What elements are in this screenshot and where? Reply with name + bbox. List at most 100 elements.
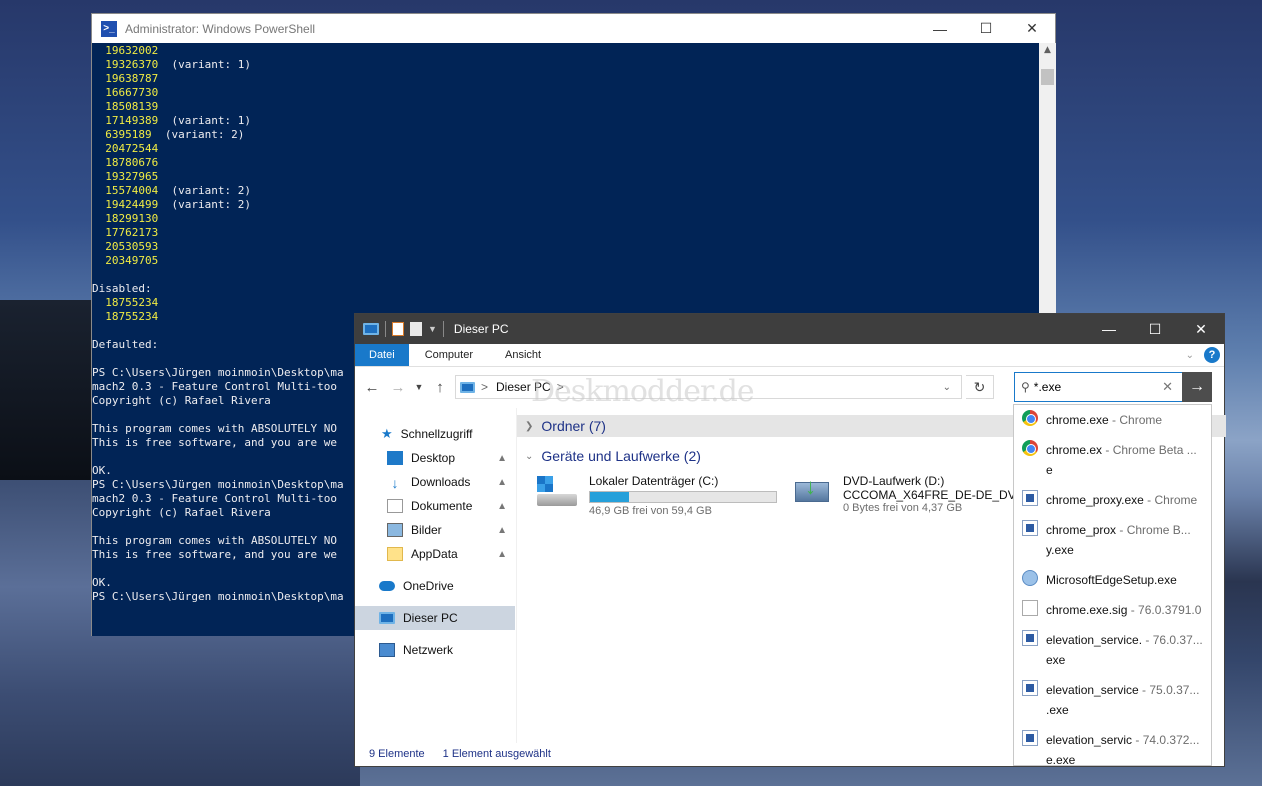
nav-desktop[interactable]: Desktop ▲ [355, 446, 515, 470]
nav-label: Dokumente [411, 499, 473, 513]
close-button[interactable]: ✕ [1178, 315, 1224, 344]
forward-button[interactable]: → [387, 376, 409, 398]
desktop-icon [387, 451, 403, 465]
drive-free-space: 46,9 GB frei von 59,4 GB [589, 505, 712, 517]
up-button[interactable]: ↑ [429, 376, 451, 398]
exe-file-icon [1022, 520, 1038, 536]
documents-icon [387, 499, 403, 513]
divider [442, 321, 444, 337]
pin-icon: ▲ [497, 452, 507, 464]
suggestion-item[interactable]: MicrosoftEdgeSetup.exe [1014, 565, 1211, 595]
suggestion-detail: - 76.0.3791.0 [1127, 603, 1202, 617]
suggestion-item[interactable]: elevation_service - 75.0.37... .exe [1014, 675, 1211, 725]
selection-count: 1 Element ausgewählt [442, 748, 551, 760]
suggestion-detail: - Chrome Beta ... [1102, 443, 1197, 457]
search-go-button[interactable]: → [1182, 372, 1212, 402]
search-icon: ⚲ [1021, 380, 1030, 394]
suggestion-item[interactable]: elevation_service. - 76.0.37... exe [1014, 625, 1211, 675]
suggestion-item[interactable]: elevation_servic - 74.0.372... e.exe [1014, 725, 1211, 765]
divider [385, 321, 386, 337]
suggestion-filename-wrap: exe [1046, 653, 1066, 667]
maximize-button[interactable]: ☐ [1132, 315, 1178, 344]
console-line: Disabled: [92, 282, 152, 295]
console-line: 18780676 [92, 156, 159, 169]
nav-label: Dieser PC [403, 611, 458, 625]
nav-documents[interactable]: Dokumente ▲ [355, 494, 515, 518]
scrollbar-thumb[interactable] [1041, 69, 1054, 85]
explorer-titlebar[interactable]: ▼ Dieser PC — ☐ ✕ [355, 314, 1224, 344]
properties-icon[interactable] [392, 322, 404, 336]
nav-downloads[interactable]: ↓ Downloads ▲ [355, 470, 515, 494]
drive-d[interactable]: ↓ DVD-Laufwerk (D:) CCCOMA_X64FRE_DE-DE_… [793, 474, 1022, 514]
console-line: 19326370 (variant: 1) [92, 58, 251, 71]
breadcrumb-separator: > [481, 380, 489, 394]
address-bar[interactable]: > Dieser PC > ⌄ [455, 375, 962, 399]
nav-onedrive[interactable]: OneDrive [355, 574, 515, 598]
minimize-button[interactable]: — [917, 14, 963, 43]
pictures-icon [387, 523, 403, 537]
file-file-icon [1022, 600, 1038, 616]
chrome-file-icon [1022, 440, 1038, 456]
suggestion-item[interactable]: chrome.exe.sig - 76.0.3791.0 [1014, 595, 1211, 625]
tab-computer[interactable]: Computer [409, 344, 489, 366]
suggestion-item[interactable]: chrome_proxy.exe - Chrome [1014, 485, 1211, 515]
search-input[interactable]: *.exe [1034, 380, 1061, 394]
exe-file-icon [1022, 630, 1038, 646]
new-folder-icon[interactable] [410, 322, 422, 336]
nav-quick-access[interactable]: ★ Schnellzugriff [355, 422, 515, 446]
minimize-button[interactable]: — [1086, 315, 1132, 344]
drive-name: Lokaler Datenträger (C:) [589, 474, 719, 488]
scroll-up-icon[interactable]: ▲ [1039, 45, 1056, 55]
dvd-drive-icon: ↓ [793, 474, 833, 508]
nav-pictures[interactable]: Bilder ▲ [355, 518, 515, 542]
chevron-down-icon: ⌄ [525, 450, 534, 462]
nav-network[interactable]: Netzwerk [355, 638, 515, 662]
clear-search-icon[interactable]: ✕ [1162, 379, 1173, 395]
group-label: Ordner (7) [541, 418, 606, 434]
suggestion-item[interactable]: chrome.ex - Chrome Beta ... e [1014, 435, 1211, 485]
address-dropdown-icon[interactable]: ⌄ [943, 382, 951, 393]
network-icon [379, 643, 395, 657]
customize-chevron-icon[interactable]: ▼ [428, 324, 437, 334]
recent-locations-icon[interactable]: ▼ [413, 376, 425, 398]
refresh-button[interactable]: ↻ [966, 375, 994, 399]
drive-c[interactable]: Lokaler Datenträger (C:) 46,9 GB frei vo… [535, 474, 777, 517]
pin-icon: ▲ [497, 500, 507, 512]
nav-label: Netzwerk [403, 643, 454, 657]
suggestion-detail: - Chrome [1143, 493, 1198, 507]
console-line: 16667730 [92, 86, 159, 99]
download-arrow-icon: ↓ [391, 475, 399, 491]
item-count: 9 Elemente [369, 748, 425, 760]
suggestion-item[interactable]: chrome.exe - Chrome [1014, 405, 1211, 435]
nav-this-pc[interactable]: Dieser PC [355, 606, 515, 630]
this-pc-icon [379, 612, 395, 624]
nav-label: Desktop [411, 451, 456, 465]
ribbon-expand-icon[interactable]: ⌄ [1186, 344, 1204, 366]
tab-datei[interactable]: Datei [355, 344, 409, 366]
exe-file-icon [1022, 730, 1038, 746]
drive-label: CCCOMA_X64FRE_DE-DE_DV5 [843, 488, 1023, 502]
suggestion-filename: chrome.exe.sig [1046, 603, 1128, 617]
console-line: 19327965 [92, 170, 159, 183]
nav-label: Downloads [411, 475, 471, 489]
breadcrumb-separator: > [556, 380, 564, 394]
console-line: 20472544 [92, 142, 159, 155]
close-button[interactable]: ✕ [1009, 14, 1055, 43]
drive-usage-bar [589, 491, 777, 503]
chrome-file-icon [1022, 410, 1038, 426]
explorer-title: Dieser PC [453, 322, 509, 336]
suggestion-item[interactable]: chrome_prox - Chrome B... y.exe [1014, 515, 1211, 565]
back-button[interactable]: ← [361, 376, 383, 398]
console-line: 19638787 [92, 72, 159, 85]
console-line: 19424499 (variant: 2) [92, 198, 251, 211]
maximize-button[interactable]: ☐ [963, 14, 1009, 43]
suggestion-detail: - 75.0.37... [1138, 683, 1200, 697]
help-icon[interactable]: ? [1204, 347, 1220, 363]
suggestion-filename: chrome_prox [1046, 523, 1117, 537]
nav-appdata[interactable]: AppData ▲ [355, 542, 515, 566]
breadcrumb-this-pc[interactable]: Dieser PC [496, 380, 551, 394]
folder-icon [387, 547, 403, 561]
tab-ansicht[interactable]: Ansicht [489, 344, 557, 366]
powershell-titlebar[interactable]: >_ Administrator: Windows PowerShell — ☐… [92, 14, 1055, 43]
suggestion-filename: elevation_servic [1046, 733, 1133, 747]
